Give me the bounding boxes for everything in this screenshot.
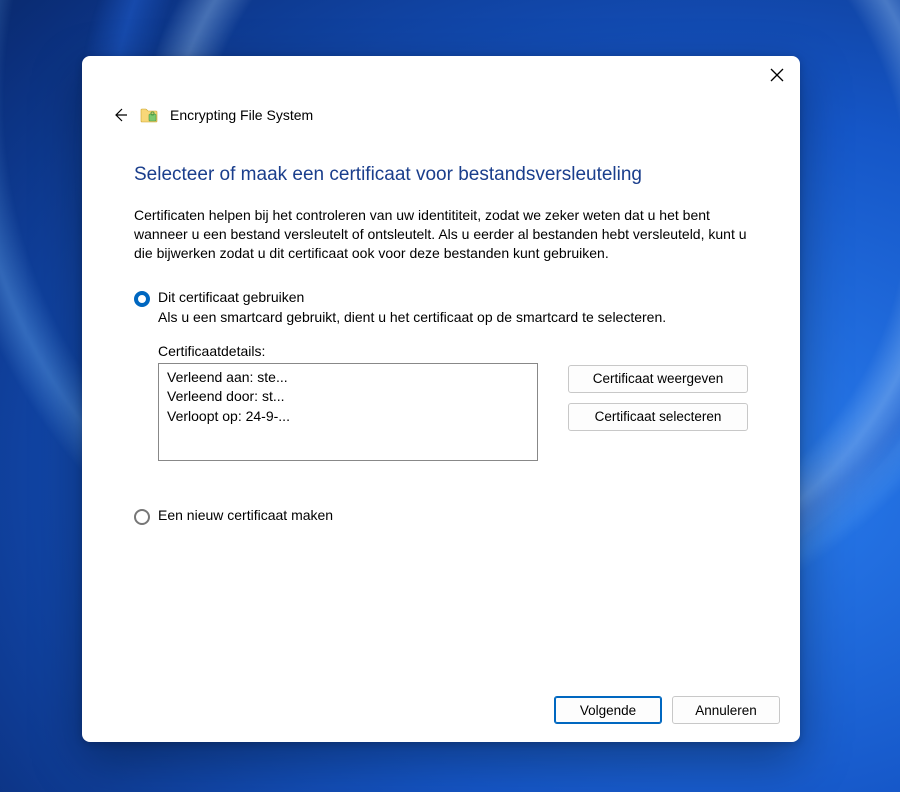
intro-text: Certificaten helpen bij het controleren …	[134, 206, 748, 263]
efs-folder-icon	[140, 106, 158, 124]
select-certificate-button[interactable]: Certificaat selecteren	[568, 403, 748, 431]
radio-create-new-certificate-label: Een nieuw certificaat maken	[158, 507, 333, 523]
close-icon[interactable]	[768, 66, 786, 84]
cert-expires-on: Verloopt op: 24-9-...	[167, 407, 529, 427]
radio-use-this-certificate[interactable]	[134, 291, 150, 307]
back-arrow-icon[interactable]	[112, 107, 128, 123]
radio-use-this-certificate-label: Dit certificaat gebruiken	[158, 289, 304, 305]
view-certificate-button[interactable]: Certificaat weergeven	[568, 365, 748, 393]
radio-create-new-certificate[interactable]	[134, 509, 150, 525]
cancel-button[interactable]: Annuleren	[672, 696, 780, 724]
certificate-details-box: Verleend aan: ste... Verleend door: st..…	[158, 363, 538, 461]
page-title: Selecteer of maak een certificaat voor b…	[134, 164, 748, 186]
wizard-dialog: Encrypting File System Selecteer of maak…	[82, 56, 800, 742]
radio-use-this-certificate-sub: Als u een smartcard gebruikt, dient u he…	[158, 309, 748, 325]
desktop-wallpaper: Encrypting File System Selecteer of maak…	[0, 0, 900, 792]
wizard-title: Encrypting File System	[170, 107, 313, 123]
next-button[interactable]: Volgende	[554, 696, 662, 724]
cert-issued-to: Verleend aan: ste...	[167, 368, 529, 388]
certificate-details-label: Certificaatdetails:	[158, 343, 544, 359]
cert-issued-by: Verleend door: st...	[167, 387, 529, 407]
